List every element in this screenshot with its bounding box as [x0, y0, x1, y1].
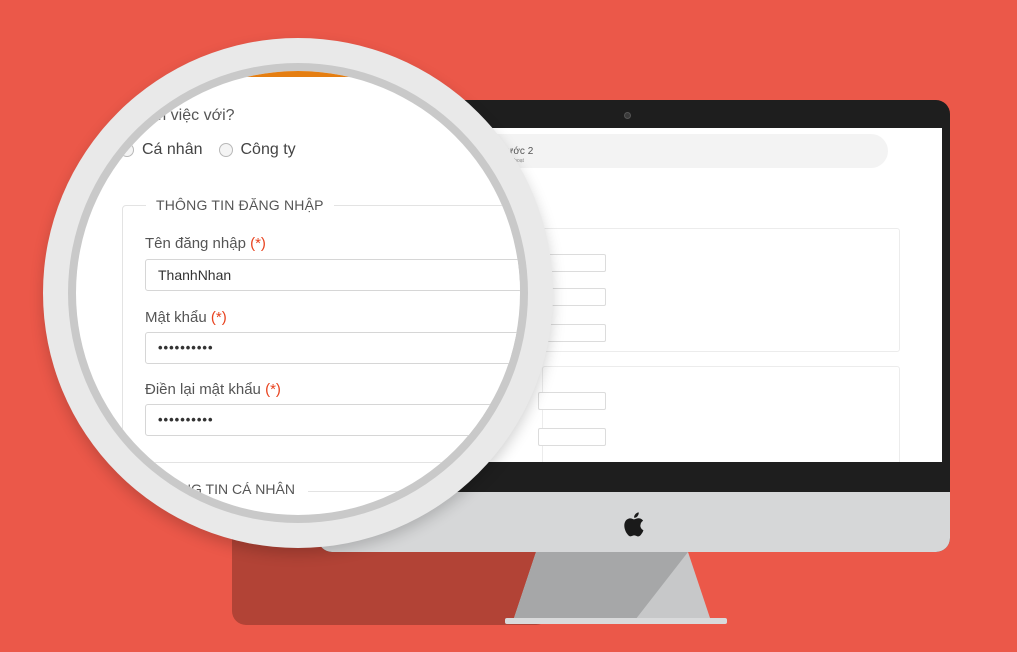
radio-label-company[interactable]: Công ty	[241, 141, 296, 159]
zoomed-form: àm việc với? Cá nhân Công ty THÔNG TIN Đ…	[76, 71, 520, 515]
radio-label-individual[interactable]: Cá nhân	[142, 141, 203, 159]
radio-icon[interactable]	[120, 143, 134, 157]
required-marker: (*)	[210, 309, 227, 326]
password-label-text: Mật khẩu	[145, 309, 207, 326]
username-input[interactable]: ThanhNhan	[145, 259, 520, 291]
username-label: Tên đăng nhập (*)	[145, 235, 266, 252]
required-marker: (*)	[250, 235, 266, 252]
account-type-radio-group: Cá nhân Công ty	[120, 141, 312, 159]
camera-icon	[624, 112, 631, 119]
personal-info-legend: ÔNG TIN CÁ NHÂN	[170, 481, 295, 497]
screen-panel-personal	[542, 366, 900, 462]
confirm-password-label: Điền lại mật khẩu (*)	[145, 381, 281, 398]
login-info-legend: THÔNG TIN ĐĂNG NHẬP	[146, 197, 334, 213]
required-marker: (*)	[265, 381, 281, 398]
password-label: Mật khẩu (*)	[145, 309, 227, 326]
confirm-password-input[interactable]: ••••••••••	[145, 404, 520, 436]
screen-input[interactable]	[538, 392, 606, 410]
password-input[interactable]: ••••••••••	[145, 332, 520, 364]
radio-icon[interactable]	[218, 143, 233, 157]
confirm-password-label-text: Điền lại mật khẩu	[145, 381, 261, 398]
personal-info-divider	[308, 491, 508, 492]
screen-input[interactable]	[538, 428, 606, 446]
monitor-base	[505, 618, 727, 624]
apple-logo-icon	[624, 512, 644, 537]
magnifier-lens: àm việc với? Cá nhân Công ty THÔNG TIN Đ…	[76, 71, 520, 515]
account-type-question: àm việc với?	[144, 107, 235, 124]
username-label-text: Tên đăng nhập	[145, 235, 246, 252]
